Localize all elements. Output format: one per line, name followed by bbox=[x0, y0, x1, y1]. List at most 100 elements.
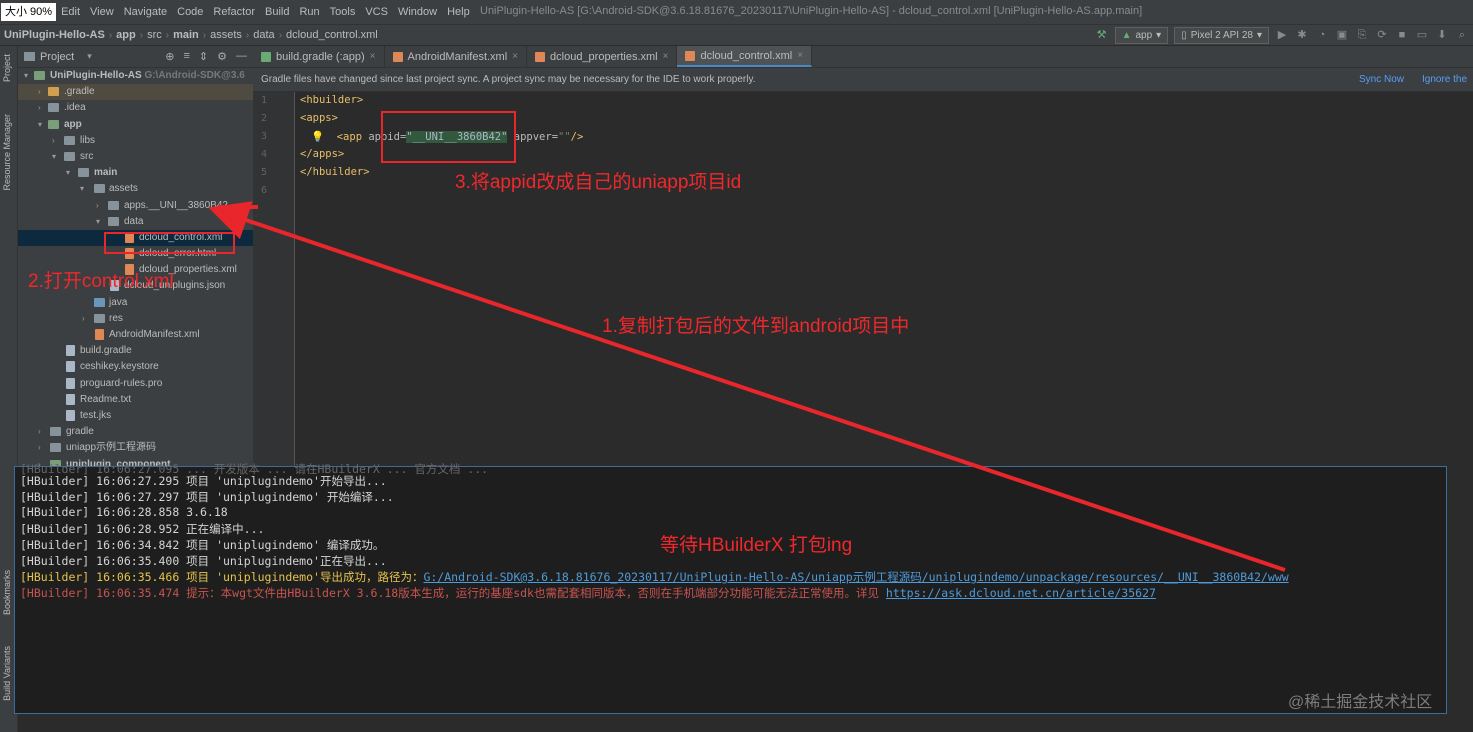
close-icon[interactable]: × bbox=[370, 51, 376, 62]
bookmarks-tool-tab[interactable]: Bookmarks bbox=[2, 570, 12, 615]
folder-icon bbox=[78, 168, 89, 178]
tab-label: build.gradle (:app) bbox=[276, 50, 365, 63]
hammer-icon[interactable]: ⚒ bbox=[1095, 28, 1109, 42]
article-link[interactable]: https://ask.dcloud.net.cn/article/35627 bbox=[886, 586, 1156, 600]
tree-item-readme[interactable]: Readme.txt bbox=[18, 392, 253, 408]
tree-label: Readme.txt bbox=[80, 393, 132, 405]
chevron-right-icon: › bbox=[38, 443, 41, 453]
stop-icon[interactable]: ■ bbox=[1395, 28, 1409, 42]
tree-item-apps[interactable]: › apps.__UNI__3860B42 bbox=[18, 198, 253, 214]
chevron-right-icon: › bbox=[38, 427, 41, 437]
line-number: 4 bbox=[260, 149, 267, 160]
lightbulb-icon[interactable]: 💡 bbox=[311, 131, 324, 143]
tree-item-app[interactable]: ▾ app bbox=[18, 117, 253, 133]
menu-navigate[interactable]: Navigate bbox=[119, 6, 172, 18]
device-manager-icon[interactable]: ▭ bbox=[1415, 28, 1429, 42]
chevron-down-icon[interactable]: ▾ bbox=[87, 51, 92, 62]
tree-item-uniapp-source[interactable]: › uniapp示例工程源码 bbox=[18, 440, 253, 456]
folder-icon bbox=[108, 200, 119, 210]
search-icon[interactable]: ⌕ bbox=[1455, 28, 1469, 42]
hide-icon[interactable]: — bbox=[236, 50, 247, 63]
tree-item-libs[interactable]: › libs bbox=[18, 133, 253, 149]
project-panel-title[interactable]: Project bbox=[40, 51, 74, 63]
close-icon[interactable]: × bbox=[797, 50, 803, 61]
breadcrumb-app[interactable]: app bbox=[112, 29, 140, 41]
resource-manager-tool-tab[interactable]: Resource Manager bbox=[2, 114, 12, 191]
tree-item-data[interactable]: ▾ data bbox=[18, 214, 253, 230]
export-path-link[interactable]: G:/Android-SDK@3.6.18.81676_20230117/Uni… bbox=[423, 570, 1288, 584]
build-variants-tool-tab[interactable]: Build Variants bbox=[2, 646, 12, 701]
menu-edit[interactable]: Edit bbox=[56, 6, 85, 18]
breadcrumb-assets[interactable]: assets bbox=[206, 29, 246, 41]
console-output-panel[interactable]: [HBuilder] 16:06:27.095 ... 开发版本 ... 请在H… bbox=[14, 462, 1447, 714]
profile-icon[interactable]: ◔ bbox=[1315, 28, 1329, 42]
tree-item-res[interactable]: › res bbox=[18, 311, 253, 327]
tab-dcloud-control[interactable]: dcloud_control.xml × bbox=[677, 46, 813, 67]
menu-vcs[interactable]: VCS bbox=[360, 6, 393, 18]
gear-icon[interactable]: ⚙ bbox=[217, 50, 227, 63]
sync-icon[interactable]: ⟳ bbox=[1375, 28, 1389, 42]
breadcrumb-src[interactable]: src bbox=[143, 29, 166, 41]
menu-build[interactable]: Build bbox=[260, 6, 294, 18]
code-line-4: </apps> bbox=[300, 148, 345, 160]
tree-item-java[interactable]: java bbox=[18, 295, 253, 311]
project-tool-tab[interactable]: Project bbox=[2, 54, 12, 82]
breadcrumb-project[interactable]: UniPlugin-Hello-AS bbox=[0, 29, 109, 41]
run-icon[interactable]: ▶ bbox=[1275, 28, 1289, 42]
folder-icon bbox=[24, 52, 35, 61]
console-line: [HBuilder] 16:06:35.400 项目 'uniplugindem… bbox=[20, 554, 387, 568]
tree-item-test-jks[interactable]: test.jks bbox=[18, 408, 253, 424]
run-toolbar: ⚒ ▲ app ▾ ▯ Pixel 2 API 28 ▾ ▶ ✱ ◔ ▣ ⎘ ⟳… bbox=[1095, 25, 1473, 45]
menu-tools[interactable]: Tools bbox=[325, 6, 361, 18]
line-number: 6 bbox=[260, 185, 267, 196]
close-icon[interactable]: × bbox=[663, 51, 669, 62]
close-icon[interactable]: × bbox=[512, 51, 518, 62]
breadcrumb-data[interactable]: data bbox=[249, 29, 278, 41]
attach-icon[interactable]: ⎘ bbox=[1355, 28, 1369, 42]
menu-view[interactable]: View bbox=[85, 6, 119, 18]
line-number: 1 bbox=[260, 95, 267, 106]
tab-android-manifest[interactable]: AndroidManifest.xml × bbox=[385, 46, 528, 67]
menu-window[interactable]: Window bbox=[393, 6, 442, 18]
sdk-manager-icon[interactable]: ⬇ bbox=[1435, 28, 1449, 42]
tree-label: gradle bbox=[66, 426, 94, 438]
tree-item-keystore[interactable]: ceshikey.keystore bbox=[18, 359, 253, 375]
run-config-select[interactable]: ▲ app ▾ bbox=[1114, 26, 1169, 44]
menu-code[interactable]: Code bbox=[172, 6, 208, 18]
code-line-5: </hbuilder> bbox=[300, 166, 370, 178]
debug-icon[interactable]: ✱ bbox=[1295, 28, 1309, 42]
bottom-tool-strip: Bookmarks Build Variants bbox=[0, 466, 14, 732]
tree-item-assets[interactable]: ▾ assets bbox=[18, 181, 253, 197]
sync-now-link[interactable]: Sync Now bbox=[1359, 74, 1404, 85]
folder-icon bbox=[48, 103, 59, 113]
menu-help[interactable]: Help bbox=[442, 6, 475, 18]
text-file-icon bbox=[66, 393, 75, 405]
tree-item-manifest[interactable]: AndroidManifest.xml bbox=[18, 327, 253, 343]
menu-run[interactable]: Run bbox=[294, 6, 324, 18]
annotation-box-control-xml bbox=[104, 232, 235, 254]
tree-item-root[interactable]: ▾ UniPlugin-Hello-AS G:\Android-SDK@3.6 bbox=[18, 68, 253, 84]
collapse-all-icon[interactable]: ≡ bbox=[183, 50, 189, 63]
ignore-changes-link[interactable]: Ignore the bbox=[1422, 74, 1467, 85]
tree-item-src[interactable]: ▾ src bbox=[18, 149, 253, 165]
tab-dcloud-properties[interactable]: dcloud_properties.xml × bbox=[527, 46, 678, 67]
breadcrumb-file[interactable]: dcloud_control.xml bbox=[282, 29, 382, 41]
tab-label: dcloud_properties.xml bbox=[550, 50, 658, 63]
tree-item-build-gradle[interactable]: build.gradle bbox=[18, 343, 253, 359]
chevron-right-icon: › bbox=[82, 313, 85, 323]
coverage-icon[interactable]: ▣ bbox=[1335, 28, 1349, 42]
tree-item-gradle-cache[interactable]: › .gradle bbox=[18, 84, 253, 101]
locate-icon[interactable]: ⊕ bbox=[165, 50, 174, 63]
device-select[interactable]: ▯ Pixel 2 API 28 ▾ bbox=[1174, 26, 1269, 44]
line-number: 5 bbox=[260, 167, 267, 178]
breadcrumb-main[interactable]: main bbox=[169, 29, 203, 41]
tree-item-main[interactable]: ▾ main bbox=[18, 165, 253, 181]
expand-icon[interactable]: ⇕ bbox=[199, 50, 208, 63]
tree-item-idea[interactable]: › .idea bbox=[18, 100, 253, 116]
tree-item-gradle[interactable]: › gradle bbox=[18, 424, 253, 440]
menu-refactor[interactable]: Refactor bbox=[208, 6, 260, 18]
file-icon bbox=[66, 377, 75, 389]
zoom-badge: 大小 90% bbox=[1, 3, 57, 21]
tab-build-gradle[interactable]: build.gradle (:app) × bbox=[253, 46, 385, 67]
tree-item-proguard[interactable]: proguard-rules.pro bbox=[18, 376, 253, 392]
